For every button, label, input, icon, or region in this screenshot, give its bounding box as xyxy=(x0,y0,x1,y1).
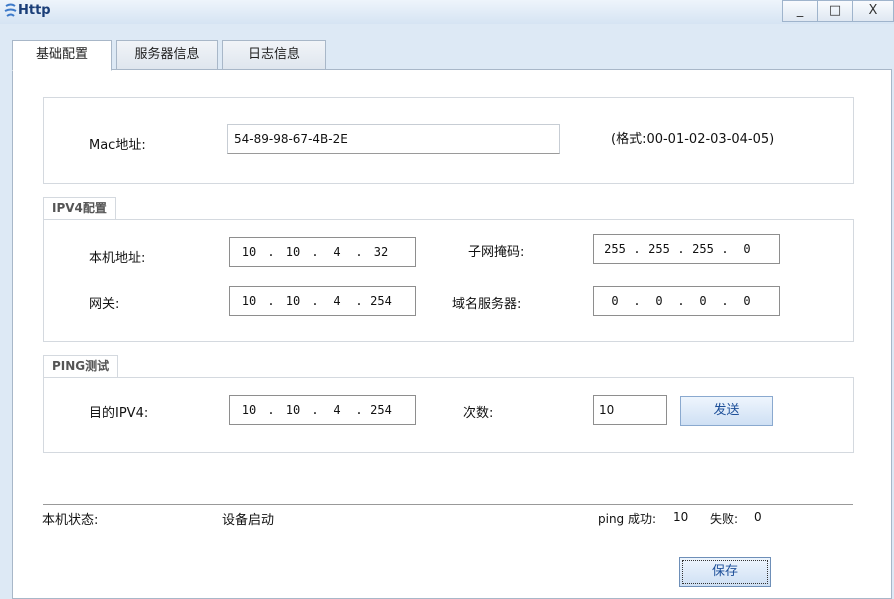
tab-server-info[interactable]: 服务器信息 xyxy=(116,40,218,70)
ip-octet: 10 xyxy=(285,245,301,259)
ip-octet: 10 xyxy=(241,245,257,259)
ip-octet: 0 xyxy=(743,242,751,256)
status-label: 本机状态: xyxy=(42,513,99,528)
ipv4-section-tab: IPV4配置 xyxy=(43,197,116,220)
ping-count-input[interactable]: 10 xyxy=(593,395,667,425)
local-address-input[interactable]: 10. 10. 4. 32 xyxy=(229,237,416,267)
status-divider xyxy=(43,504,853,505)
ping-group: 目的IPV4: 10. 10. 4. 254 次数: 10 发送 xyxy=(43,377,854,453)
save-button[interactable]: 保存 xyxy=(679,557,771,587)
mac-input[interactable]: 54-89-98-67-4B-2E xyxy=(227,124,560,154)
close-button[interactable]: X xyxy=(852,0,894,22)
tab-log-info[interactable]: 日志信息 xyxy=(222,40,326,70)
mac-value: 54-89-98-67-4B-2E xyxy=(234,132,348,146)
app-icon xyxy=(4,3,17,17)
ping-success-label: ping 成功: xyxy=(598,512,657,526)
mac-group: Mac地址: 54-89-98-67-4B-2E (格式:00-01-02-03… xyxy=(43,97,854,184)
minimize-button[interactable]: _ xyxy=(782,0,818,22)
dns-input[interactable]: 0. 0. 0. 0 xyxy=(593,286,780,316)
ping-count-label: 次数: xyxy=(463,406,494,421)
mac-label: Mac地址: xyxy=(89,138,146,153)
ip-octet: 254 xyxy=(370,403,392,417)
mac-format-hint: (格式:00-01-02-03-04-05) xyxy=(611,132,775,147)
ip-octet: 0 xyxy=(655,294,663,308)
ip-octet: 255 xyxy=(604,242,626,256)
config-panel: Mac地址: 54-89-98-67-4B-2E (格式:00-01-02-03… xyxy=(12,69,892,599)
ping-fail-label: 失败: xyxy=(710,512,739,526)
ping-section-tab: PING测试 xyxy=(43,355,119,378)
ping-count-value: 10 xyxy=(599,403,615,417)
subnet-mask-label: 子网掩码: xyxy=(468,245,525,260)
ip-octet: 4 xyxy=(333,245,341,259)
ipv4-group: 本机地址: 10. 10. 4. 32 子网掩码: 255. 255. 255.… xyxy=(43,219,854,342)
subnet-mask-input[interactable]: 255. 255. 255. 0 xyxy=(593,234,780,264)
ip-octet: 0 xyxy=(611,294,619,308)
ip-octet: 254 xyxy=(370,294,392,308)
dns-label: 域名服务器: xyxy=(452,297,522,312)
ping-fail-count: 0 xyxy=(754,510,762,524)
ping-target-input[interactable]: 10. 10. 4. 254 xyxy=(229,395,416,425)
window-title: Http xyxy=(18,3,51,18)
ip-octet: 255 xyxy=(648,242,670,256)
local-address-label: 本机地址: xyxy=(89,251,146,266)
send-button[interactable]: 发送 xyxy=(680,396,773,426)
ip-octet: 10 xyxy=(285,294,301,308)
ip-octet: 10 xyxy=(241,403,257,417)
ip-octet: 32 xyxy=(373,245,389,259)
ip-octet: 0 xyxy=(699,294,707,308)
maximize-button[interactable]: □ xyxy=(817,0,853,22)
ip-octet: 4 xyxy=(333,403,341,417)
ip-octet: 10 xyxy=(285,403,301,417)
ip-octet: 255 xyxy=(692,242,714,256)
status-value: 设备启动 xyxy=(222,513,275,528)
tab-basic-config[interactable]: 基础配置 xyxy=(12,40,112,71)
gateway-input[interactable]: 10. 10. 4. 254 xyxy=(229,286,416,316)
ip-octet: 0 xyxy=(743,294,751,308)
ping-success-count: 10 xyxy=(673,510,689,524)
ping-target-label: 目的IPV4: xyxy=(89,406,149,421)
ip-octet: 4 xyxy=(333,294,341,308)
title-bar: Http _ □ X xyxy=(0,0,894,24)
gateway-label: 网关: xyxy=(89,297,120,312)
ip-octet: 10 xyxy=(241,294,257,308)
